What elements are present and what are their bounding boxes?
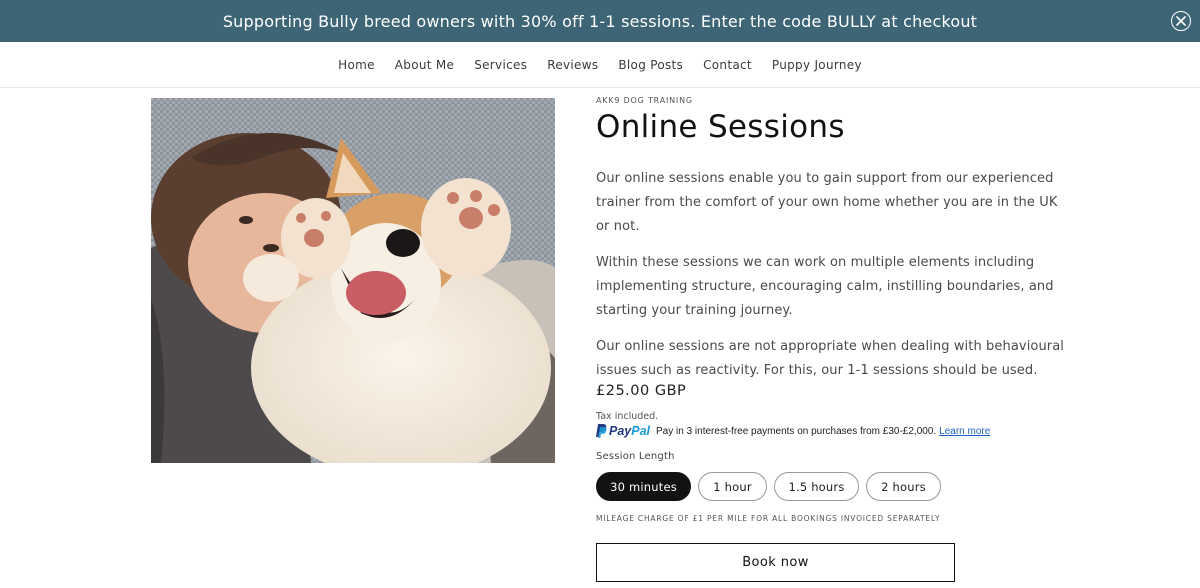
description-paragraph: Within these sessions we can work on mul…	[596, 255, 1054, 318]
nav-item-about-me[interactable]: About Me	[395, 58, 454, 72]
announcement-text: Supporting Bully breed owners with 30% o…	[222, 11, 978, 31]
product-description: Our online sessions enable you to gain s…	[596, 167, 1066, 383]
close-icon[interactable]	[1171, 11, 1191, 31]
paypal-learn-more-link[interactable]: Learn more	[939, 426, 990, 437]
book-now-button[interactable]: Book now	[596, 543, 955, 582]
paypal-word-pal: Pal	[631, 424, 651, 438]
product-price: £25.00 GBP	[596, 383, 687, 399]
paypal-word-pay: Pay	[609, 424, 632, 438]
nav-item-reviews[interactable]: Reviews	[547, 58, 598, 72]
product-photo[interactable]	[151, 98, 555, 463]
nav-item-puppy-journey[interactable]: Puppy Journey	[772, 58, 862, 72]
nav-item-services[interactable]: Services	[474, 58, 527, 72]
description-paragraph: Our online sessions are not appropriate …	[596, 339, 1065, 378]
option-30-minutes[interactable]: 30 minutes	[596, 472, 691, 501]
announcement-bar: Supporting Bully breed owners with 30% o…	[0, 0, 1200, 42]
nav-item-home[interactable]: Home	[338, 58, 375, 72]
product-info: AKK9 DOG TRAINING Online Sessions Our on…	[596, 96, 1066, 395]
paypal-message-text: Pay in 3 interest-free payments on purch…	[656, 425, 937, 437]
mileage-note: MILEAGE CHARGE OF £1 PER MILE FOR ALL BO…	[596, 514, 941, 523]
option-2-hours[interactable]: 2 hours	[866, 472, 941, 501]
nav-item-blog-posts[interactable]: Blog Posts	[618, 58, 683, 72]
nav-item-contact[interactable]: Contact	[703, 58, 752, 72]
paypal-icon	[596, 424, 607, 438]
paypal-logo: PayPal	[596, 424, 650, 438]
product-title: Online Sessions	[596, 109, 845, 145]
option-1-hour[interactable]: 1 hour	[698, 472, 767, 501]
session-length-label: Session Length	[596, 451, 675, 462]
main-nav: Home About Me Services Reviews Blog Post…	[0, 42, 1200, 88]
vendor-label: AKK9 DOG TRAINING	[596, 96, 693, 105]
option-1-5-hours[interactable]: 1.5 hours	[774, 472, 859, 501]
tax-note: Tax included.	[596, 411, 659, 422]
session-length-options: 30 minutes 1 hour 1.5 hours 2 hours	[596, 472, 948, 501]
description-paragraph: Our online sessions enable you to gain s…	[596, 171, 1058, 234]
paypal-message: PayPal Pay in 3 interest-free payments o…	[596, 424, 990, 438]
